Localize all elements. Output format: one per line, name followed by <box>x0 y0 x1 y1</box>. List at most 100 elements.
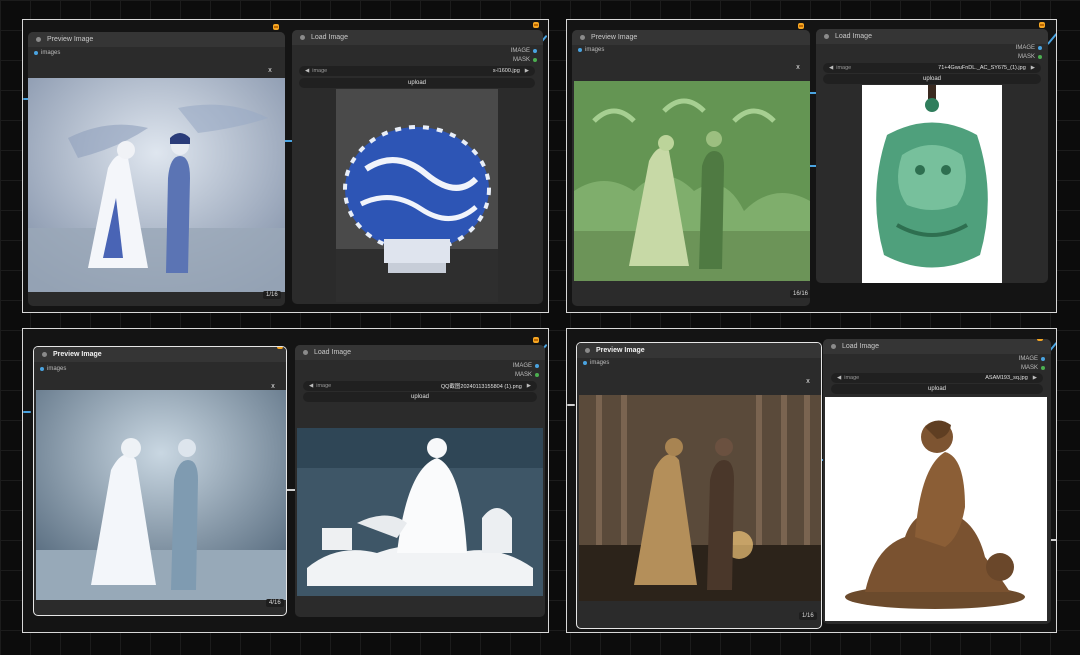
output-socket-image[interactable]: IMAGE <box>513 363 539 369</box>
close-button[interactable]: x <box>802 376 814 387</box>
preview-image-node[interactable]: Preview Image images x 16/16 <box>572 30 810 306</box>
close-button[interactable]: x <box>792 62 804 73</box>
socket-label: MASK <box>1017 54 1035 60</box>
collapse-dot-icon[interactable] <box>831 344 836 349</box>
porcelain-couple-figurine-picture <box>28 78 285 292</box>
source-image[interactable] <box>336 89 498 302</box>
combo-label: image <box>836 65 852 71</box>
triangle-left-icon[interactable]: ◀ <box>837 375 841 381</box>
load-image-node[interactable]: Load Image IMAGE MASK ◀ image ASAM193_sq… <box>823 339 1051 624</box>
source-image[interactable] <box>825 397 1047 621</box>
output-socket-image[interactable]: IMAGE <box>1019 356 1045 362</box>
input-socket-images[interactable]: images <box>40 366 66 372</box>
wire <box>1046 32 1056 45</box>
preview-image-node[interactable]: Preview Image images x 1/16 <box>576 342 822 629</box>
socket-label: images <box>41 50 61 56</box>
combo-value: QQ截图20240113155804 (1).png <box>440 384 522 390</box>
socket-dot-icon[interactable] <box>535 364 539 368</box>
triangle-left-icon[interactable]: ◀ <box>309 383 313 389</box>
socket-dot-icon[interactable] <box>535 373 539 377</box>
socket-label: MASK <box>514 372 532 378</box>
node-header[interactable]: Preview Image <box>34 347 286 362</box>
combo-label: image <box>844 375 860 381</box>
socket-dot-icon[interactable] <box>533 58 537 62</box>
collapse-dot-icon[interactable] <box>300 35 305 40</box>
node-header[interactable]: Preview Image <box>577 343 821 358</box>
upload-button[interactable]: upload <box>299 78 535 88</box>
source-image[interactable] <box>862 85 1002 283</box>
collapse-dot-icon[interactable] <box>42 352 47 357</box>
generated-image[interactable] <box>579 395 821 601</box>
preview-image-node[interactable]: Preview Image images x 1/16 <box>28 32 285 306</box>
socket-dot-icon[interactable] <box>40 367 44 371</box>
collapse-dot-icon[interactable] <box>303 350 308 355</box>
node-header[interactable]: Load Image <box>823 339 1051 354</box>
triangle-right-icon[interactable]: ▶ <box>527 383 531 389</box>
socket-dot-icon[interactable] <box>578 48 582 52</box>
image-select-combo[interactable]: ◀ image s-l1600.jpg ▶ <box>299 66 535 76</box>
socket-dot-icon[interactable] <box>583 361 587 365</box>
node-header[interactable]: Load Image <box>292 30 543 45</box>
node-header[interactable]: Preview Image <box>28 32 285 47</box>
socket-dot-icon[interactable] <box>1041 357 1045 361</box>
upload-button[interactable]: upload <box>303 392 537 402</box>
wire <box>23 411 31 413</box>
output-socket-image[interactable]: IMAGE <box>511 48 537 54</box>
triangle-left-icon[interactable]: ◀ <box>829 65 833 71</box>
output-socket-mask[interactable]: MASK <box>513 57 537 63</box>
socket-dot-icon[interactable] <box>533 49 537 53</box>
socket-label: IMAGE <box>512 363 532 369</box>
triangle-right-icon[interactable]: ▶ <box>1031 65 1035 71</box>
socket-dot-icon[interactable] <box>1038 46 1042 50</box>
workflow-panel-4: Preview Image images x 1/16 Load Image I… <box>566 328 1057 633</box>
node-header[interactable]: Load Image <box>816 29 1048 44</box>
triangle-left-icon[interactable]: ◀ <box>305 68 309 74</box>
output-socket-image[interactable]: IMAGE <box>1016 45 1042 51</box>
collapse-dot-icon[interactable] <box>824 34 829 39</box>
socket-dot-icon[interactable] <box>1038 55 1042 59</box>
upload-button[interactable]: upload <box>823 74 1041 84</box>
node-title: Preview Image <box>596 347 645 354</box>
preview-image-node[interactable]: Preview Image images x 4/16 <box>33 346 287 616</box>
socket-label: MASK <box>1020 365 1038 371</box>
load-image-node[interactable]: Load Image IMAGE MASK ◀ image QQ截图202401… <box>295 345 545 617</box>
triangle-right-icon[interactable]: ▶ <box>525 68 529 74</box>
node-header[interactable]: Load Image <box>295 345 545 360</box>
generated-image[interactable] <box>28 78 285 292</box>
node-header[interactable]: Preview Image <box>572 30 810 45</box>
socket-dot-icon[interactable] <box>1041 366 1045 370</box>
close-button[interactable]: x <box>264 65 276 76</box>
upload-button[interactable]: upload <box>831 384 1043 394</box>
workflow-panel-2: Preview Image images x 16/16 Load Image <box>566 19 1057 313</box>
generated-image[interactable] <box>574 81 810 281</box>
wire <box>567 404 575 406</box>
input-socket-images[interactable]: images <box>578 47 604 53</box>
bronze-couple-figurine-picture <box>579 395 821 601</box>
combo-label: image <box>316 383 332 389</box>
source-image[interactable] <box>297 428 543 596</box>
socket-dot-icon[interactable] <box>34 51 38 55</box>
collapse-dot-icon[interactable] <box>585 348 590 353</box>
load-image-node[interactable]: Load Image IMAGE MASK ◀ image s-l1600.jp… <box>292 30 543 304</box>
image-select-combo[interactable]: ◀ image ASAM193_sq.jpg ▶ <box>831 373 1043 383</box>
collapse-dot-icon[interactable] <box>36 37 41 42</box>
collapse-dot-icon[interactable] <box>580 35 585 40</box>
workflow-panel-3: Preview Image images x 4/16 Load Image I… <box>22 328 549 633</box>
load-image-node[interactable]: Load Image IMAGE MASK ◀ image 71+4GwuFnD… <box>816 29 1048 283</box>
node-title: Load Image <box>314 349 351 356</box>
input-socket-images[interactable]: images <box>34 50 60 56</box>
combo-label: image <box>312 68 328 74</box>
generated-image[interactable] <box>36 390 286 600</box>
socket-label: IMAGE <box>1018 356 1038 362</box>
bronze-seated-woman-sculpture-picture <box>825 397 1047 621</box>
image-select-combo[interactable]: ◀ image 71+4GwuFnDL._AC_SY675_(1).jpg ▶ <box>823 63 1041 73</box>
triangle-right-icon[interactable]: ▶ <box>1033 375 1037 381</box>
output-socket-mask[interactable]: MASK <box>1021 365 1045 371</box>
input-socket-images[interactable]: images <box>583 360 609 366</box>
image-select-combo[interactable]: ◀ image QQ截图20240113155804 (1).png ▶ <box>303 381 537 391</box>
socket-label: IMAGE <box>510 48 530 54</box>
node-status-badge-icon <box>533 337 539 343</box>
socket-label: images <box>47 366 67 372</box>
output-socket-mask[interactable]: MASK <box>515 372 539 378</box>
output-socket-mask[interactable]: MASK <box>1018 54 1042 60</box>
